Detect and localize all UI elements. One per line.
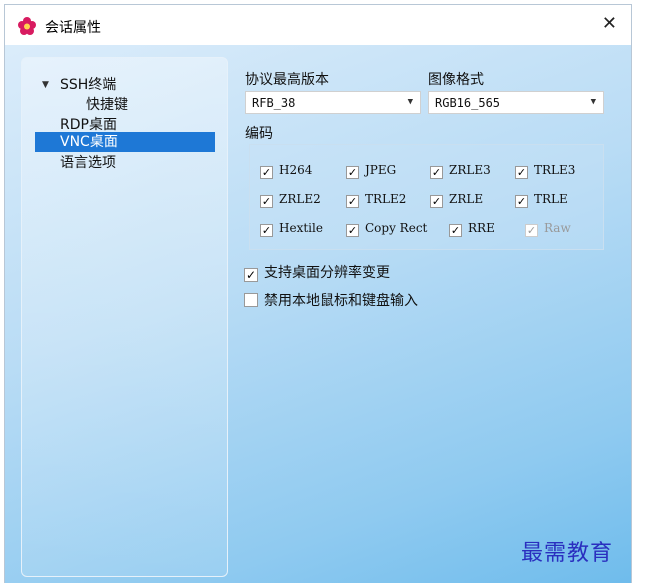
checkbox-label: TRLE: [534, 192, 568, 206]
checkmark-icon: ✓: [515, 195, 528, 208]
checkmark-icon: ✓: [515, 166, 528, 179]
flower-logo-icon: [18, 17, 36, 35]
encoding-copyrect-checkbox[interactable]: ✓ Copy Rect: [346, 221, 427, 237]
protocol-version-label: 协议最高版本: [245, 72, 329, 88]
image-format-value: RGB16_565: [435, 96, 501, 110]
checkbox-label: JPEG: [365, 163, 397, 177]
empty-checkbox-icon: [244, 293, 258, 307]
protocol-version-value: RFB_38: [252, 96, 296, 110]
disable-local-input-checkbox[interactable]: 禁用本地鼠标和键盘输入: [244, 290, 418, 310]
image-format-select[interactable]: RGB16_565 ▼: [428, 91, 604, 114]
watermark: 最需教育: [521, 541, 614, 566]
close-icon[interactable]: ✕: [602, 13, 617, 34]
encoding-trle-checkbox[interactable]: ✓ TRLE: [515, 192, 568, 208]
checkmark-icon: ✓: [525, 224, 538, 237]
title-bar: 会话属性 ✕: [5, 5, 631, 45]
encoding-rre-checkbox[interactable]: ✓ RRE: [449, 221, 495, 237]
encoding-h264-checkbox[interactable]: ✓ H264: [260, 163, 312, 179]
checkmark-icon: ✓: [346, 166, 359, 179]
checkbox-label: Raw: [544, 221, 571, 235]
checkmark-icon: ✓: [346, 195, 359, 208]
checkbox-label: RRE: [468, 221, 495, 235]
encoding-group: ✓ H264 ✓ JPEG ✓ ZRLE3 ✓ TRLE3 ✓ ZRLE2 ✓ TRLE2 …: [249, 144, 604, 250]
chevron-down-icon: ▼: [590, 97, 596, 107]
checkmark-icon: ✓: [260, 224, 273, 237]
checkmark-icon: ✓: [244, 268, 258, 282]
encoding-trle2-checkbox[interactable]: ✓ TRLE2: [346, 192, 406, 208]
encoding-hextile-checkbox[interactable]: ✓ Hextile: [260, 221, 323, 237]
checkbox-label: 禁用本地鼠标和键盘输入: [264, 293, 418, 309]
image-format-label: 图像格式: [428, 72, 484, 88]
checkbox-label: TRLE2: [365, 192, 407, 206]
tree-item-shortcuts[interactable]: 快捷键: [86, 94, 128, 114]
checkmark-icon: ✓: [346, 224, 359, 237]
support-resolution-change-checkbox[interactable]: ✓ 支持桌面分辨率变更: [244, 262, 390, 282]
encoding-label: 编码: [245, 126, 273, 142]
checkmark-icon: ✓: [430, 195, 443, 208]
checkmark-icon: ✓: [260, 195, 273, 208]
chevron-down-icon: ▼: [407, 97, 413, 107]
checkmark-icon: ✓: [449, 224, 462, 237]
checkbox-label: ZRLE3: [449, 163, 491, 177]
tree-item-vnc[interactable]: VNC桌面: [35, 132, 215, 152]
checkbox-label: 支持桌面分辨率变更: [264, 265, 390, 281]
checkbox-label: TRLE3: [534, 163, 576, 177]
tree-item-language[interactable]: 语言选项: [60, 152, 116, 172]
checkbox-label: ZRLE2: [279, 192, 321, 206]
settings-tree: ▼ SSH终端 快捷键 RDP桌面 VNC桌面 语言选项: [21, 57, 228, 577]
checkbox-label: ZRLE: [449, 192, 484, 206]
expand-arrow-icon[interactable]: ▼: [42, 80, 49, 90]
encoding-trle3-checkbox[interactable]: ✓ TRLE3: [515, 163, 575, 179]
checkmark-icon: ✓: [260, 166, 273, 179]
encoding-raw-checkbox: ✓ Raw: [525, 221, 571, 237]
tree-item-rdp[interactable]: RDP桌面: [60, 114, 117, 134]
encoding-zrle2-checkbox[interactable]: ✓ ZRLE2: [260, 192, 321, 208]
checkbox-label: H264: [279, 163, 313, 177]
protocol-version-select[interactable]: RFB_38 ▼: [245, 91, 421, 114]
checkmark-icon: ✓: [430, 166, 443, 179]
encoding-zrle-checkbox[interactable]: ✓ ZRLE: [430, 192, 483, 208]
encoding-jpeg-checkbox[interactable]: ✓ JPEG: [346, 163, 396, 179]
checkbox-label: Hextile: [279, 221, 323, 235]
window-title: 会话属性: [45, 20, 101, 36]
encoding-zrle3-checkbox[interactable]: ✓ ZRLE3: [430, 163, 491, 179]
tree-item-ssh[interactable]: SSH终端: [60, 74, 116, 94]
checkbox-label: Copy Rect: [365, 221, 428, 235]
